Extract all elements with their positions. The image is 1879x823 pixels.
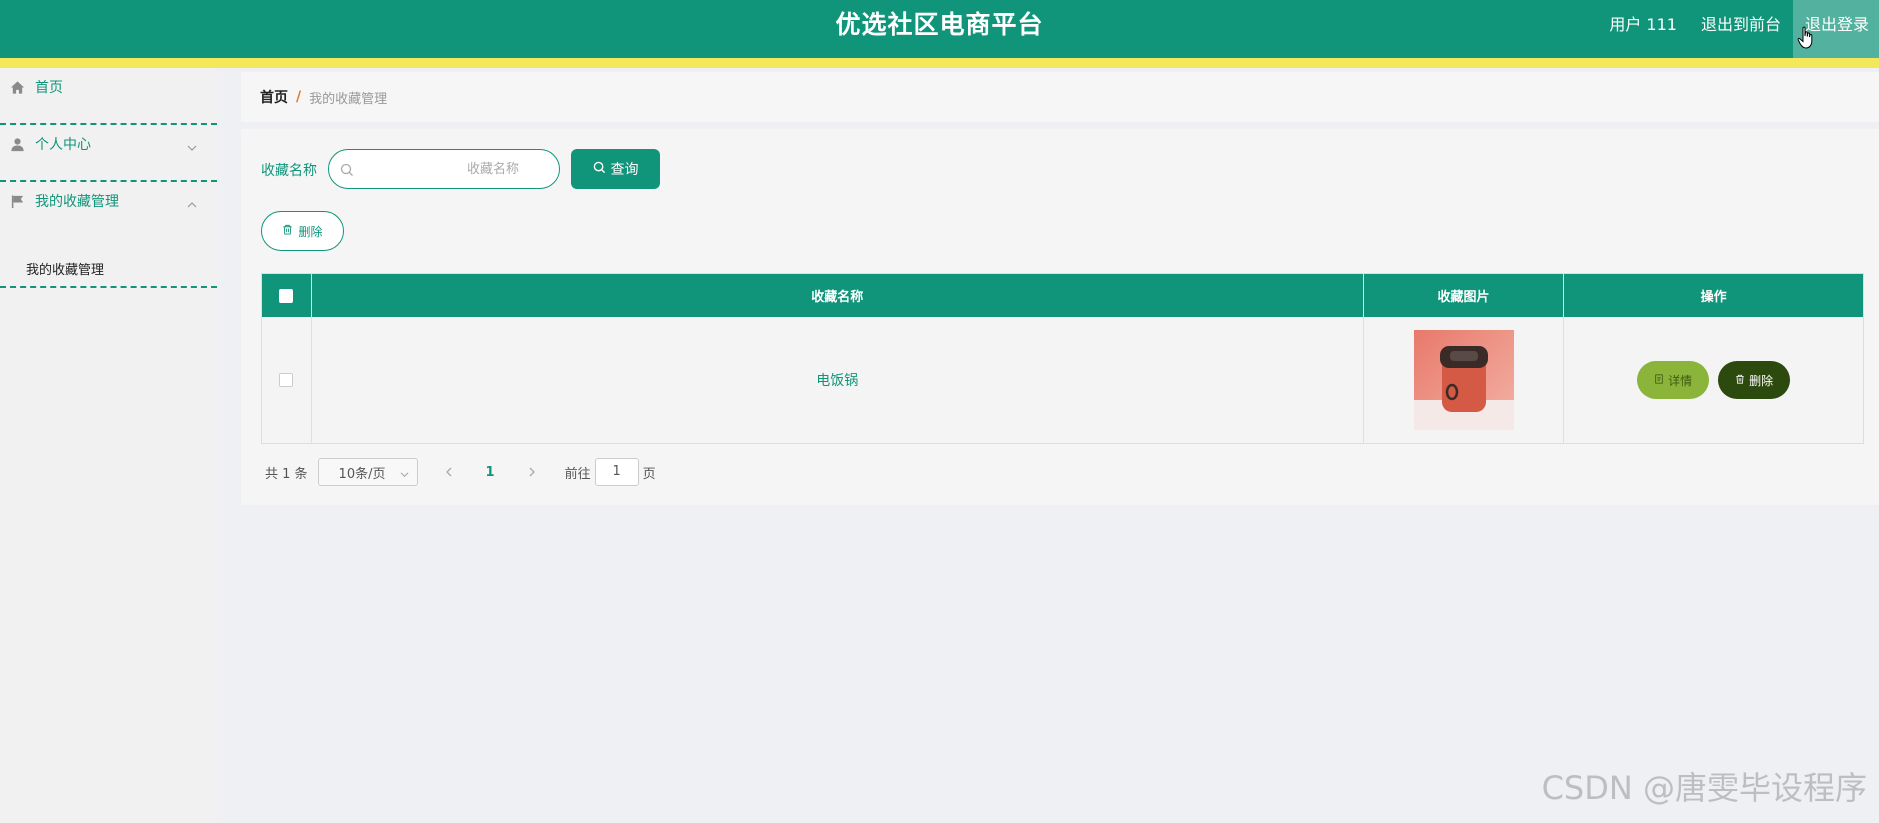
row-checkbox[interactable] [279, 373, 294, 387]
favorite-name: 电饭锅 [816, 373, 859, 389]
next-page-button[interactable] [525, 465, 539, 479]
sidebar-item-label: 我的收藏管理 [35, 194, 119, 210]
user-label: 用户 111 [1609, 15, 1677, 34]
page-size-value: 10条/页 [338, 466, 386, 482]
search-label: 收藏名称 [261, 163, 317, 179]
select-all-checkbox[interactable] [279, 288, 294, 303]
chevron-up-icon [187, 195, 197, 208]
page-number[interactable]: 1 [486, 465, 495, 480]
sidebar: 首页 个人中心 我的收藏管理 我的收藏管理 [0, 68, 217, 823]
chevron-down-icon [400, 468, 409, 478]
detail-button[interactable]: 详情 [1637, 361, 1710, 399]
column-header-image: 收藏图片 [1364, 274, 1565, 317]
column-header-actions: 操作 [1700, 290, 1727, 305]
trash-icon [1735, 373, 1745, 387]
batch-delete-label: 删除 [298, 224, 323, 239]
sidebar-item-home[interactable]: 首页 [0, 68, 217, 125]
query-button[interactable]: 查询 [571, 149, 660, 189]
goto-label: 前往 [564, 466, 591, 482]
flag-icon [10, 194, 25, 209]
page-size-select[interactable]: 10条/页 [317, 458, 418, 486]
breadcrumb-separator: / [296, 89, 302, 105]
document-icon [1654, 373, 1664, 387]
chevron-down-icon [187, 138, 197, 151]
breadcrumb-home[interactable]: 首页 [260, 87, 288, 107]
user-icon [10, 137, 25, 152]
table-row: 电饭锅 详情 删除 [262, 317, 1863, 443]
name-cell: 电饭锅 [312, 317, 1364, 443]
image-cell [1364, 317, 1565, 443]
breadcrumb-current: 我的收藏管理 [309, 91, 388, 107]
search-field[interactable] [328, 149, 560, 189]
row-delete-label: 删除 [1749, 373, 1774, 388]
detail-button-label: 详情 [1668, 373, 1693, 388]
prev-page-button[interactable] [442, 465, 456, 479]
hand-cursor-icon [1797, 26, 1813, 49]
breadcrumb: 首页 / 我的收藏管理 [241, 72, 1879, 122]
header-accent-stripe [0, 58, 1879, 68]
search-icon [593, 161, 606, 178]
product-thumbnail [1413, 330, 1514, 430]
batch-delete-button[interactable]: 删除 [261, 211, 344, 251]
trash-icon [282, 224, 293, 238]
row-checkbox-cell [262, 317, 312, 443]
sidebar-item-label: 首页 [35, 80, 63, 96]
table-header: 收藏名称 收藏图片 操作 [262, 274, 1863, 317]
header-checkbox-cell [262, 274, 312, 317]
goto-page-input[interactable]: 1 [594, 458, 639, 486]
exit-to-front-link[interactable]: 退出到前台 [1689, 0, 1793, 50]
home-icon [10, 80, 25, 95]
search-icon [340, 162, 354, 176]
pagination-total: 共 1 条 [265, 466, 308, 482]
submenu-item-favorites[interactable]: 我的收藏管理 [26, 259, 104, 278]
watermark: CSDN @唐雯毕设程序 [1541, 769, 1867, 807]
sidebar-item-personal-center[interactable]: 个人中心 [0, 125, 217, 182]
header-actions: 用户 111 退出到前台 退出登录 [1597, 0, 1879, 58]
pagination: 共 1 条 10条/页 1 前往 1 页 [261, 458, 656, 486]
actions-cell: 详情 删除 [1564, 317, 1863, 443]
main-panel: 收藏名称 查询 删除 收藏名称 收藏图片 操作 [241, 129, 1879, 505]
favorites-table: 收藏名称 收藏图片 操作 电饭锅 详情 删除 [261, 273, 1864, 444]
sidebar-item-label: 个人中心 [35, 137, 91, 153]
page-unit-label: 页 [642, 466, 656, 482]
search-input[interactable] [361, 150, 549, 188]
row-delete-button[interactable]: 删除 [1718, 361, 1791, 399]
sidebar-item-favorites[interactable]: 我的收藏管理 我的收藏管理 [0, 182, 217, 288]
query-button-label: 查询 [610, 162, 639, 178]
column-header-name: 收藏名称 [312, 274, 1364, 317]
